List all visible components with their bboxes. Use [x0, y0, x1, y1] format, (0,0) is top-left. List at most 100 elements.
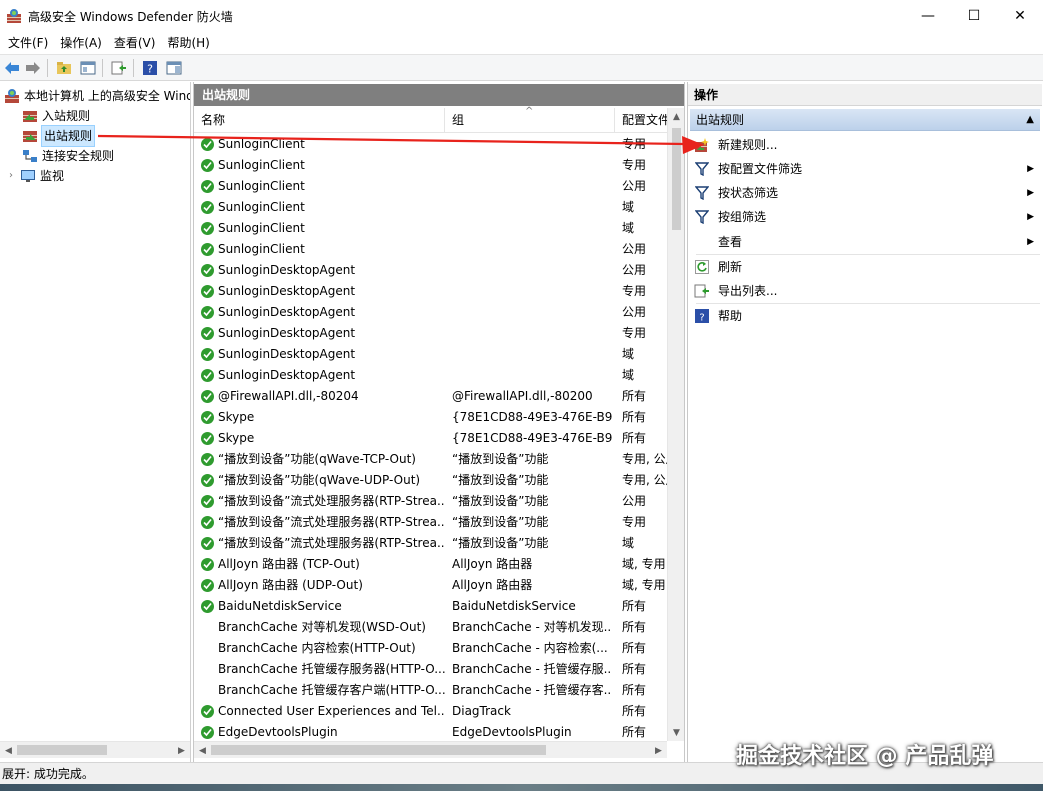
table-row[interactable]: Skype {78E1CD88-49E3-476E-B9... 所有 — [194, 407, 667, 428]
check-circle-icon — [201, 600, 214, 613]
table-row[interactable]: SunloginClient 专用 — [194, 134, 667, 155]
connection-security-icon — [23, 150, 37, 162]
tree-horizontal-scrollbar[interactable]: ◀ ▶ — [0, 741, 190, 758]
table-row[interactable]: BranchCache 内容检索(HTTP-Out) BranchCache - … — [194, 638, 667, 659]
actions-pane-title: 操作 — [688, 84, 1042, 106]
table-row[interactable]: SunloginDesktopAgent 域 — [194, 344, 667, 365]
check-circle-icon — [201, 495, 214, 508]
table-row[interactable]: SunloginDesktopAgent 专用 — [194, 281, 667, 302]
table-row[interactable]: SunloginClient 公用 — [194, 239, 667, 260]
action-view[interactable]: 查看 ▶ — [694, 231, 1038, 253]
watermark: 掘金技术社区 @ 产品乱弹 — [736, 744, 994, 769]
menu-view[interactable]: 查看(V) — [108, 32, 162, 54]
rules-vertical-scrollbar[interactable]: ▲ ▼ — [667, 108, 684, 741]
column-headers: 名称 组 ^ 配置文件 — [194, 106, 667, 133]
table-row[interactable]: Connected User Experiences and Tel... Dia… — [194, 701, 667, 722]
menu-help[interactable]: 帮助(H) — [161, 32, 215, 54]
table-row[interactable]: SunloginClient 专用 — [194, 155, 667, 176]
table-row[interactable]: SunloginDesktopAgent 公用 — [194, 260, 667, 281]
table-row[interactable]: EdgeDevtoolsPlugin EdgeDevtoolsPlugin 所有 — [194, 722, 667, 743]
tree-item-inbound-rules[interactable]: 入站规则 — [22, 106, 90, 126]
scroll-right-icon[interactable]: ▶ — [173, 742, 190, 759]
forward-button[interactable] — [24, 59, 42, 77]
action-filter-by-state[interactable]: 按状态筛选 ▶ — [694, 182, 1038, 204]
rule-name: Skype — [218, 410, 255, 424]
menu-file[interactable]: 文件(F) — [2, 32, 54, 54]
chevron-right-icon[interactable]: › — [6, 166, 16, 186]
table-row[interactable]: SunloginClient 域 — [194, 218, 667, 239]
show-hide-tree-button[interactable] — [79, 59, 97, 77]
scrollbar-thumb[interactable] — [672, 128, 681, 230]
rule-name: BaiduNetdiskService — [218, 599, 342, 613]
menu-action[interactable]: 操作(A) — [54, 32, 108, 54]
check-circle-icon — [201, 222, 214, 235]
export-list-button[interactable] — [110, 59, 128, 77]
scrollbar-thumb[interactable] — [211, 745, 546, 755]
tree-root[interactable]: 本地计算机 上的高级安全 Windows Defender 防火墙 — [4, 86, 190, 106]
action-new-rule[interactable]: 新建规则... — [694, 134, 1038, 156]
close-button[interactable]: ✕ — [997, 0, 1043, 32]
table-row[interactable]: SunloginClient 公用 — [194, 176, 667, 197]
scroll-up-icon[interactable]: ▲ — [668, 108, 684, 125]
action-label: 按组筛选 — [718, 210, 767, 224]
table-row[interactable]: SunloginDesktopAgent 公用 — [194, 302, 667, 323]
table-row[interactable]: SunloginClient 域 — [194, 197, 667, 218]
rule-profile-cell: 所有 — [622, 662, 647, 676]
rule-name-cell: Connected User Experiences and Tel... — [201, 701, 445, 722]
minimize-button[interactable]: — — [905, 0, 951, 32]
rule-profile-cell: 专用 — [622, 158, 647, 172]
rule-profile-cell: 专用 — [622, 137, 647, 151]
scroll-left-icon[interactable]: ◀ — [194, 742, 211, 759]
table-row[interactable]: SunloginDesktopAgent 专用 — [194, 323, 667, 344]
table-row[interactable]: “播放到设备”流式处理服务器(RTP-Strea... “播放到设备”功能 公用 — [194, 491, 667, 512]
table-row[interactable]: “播放到设备”流式处理服务器(RTP-Strea... “播放到设备”功能 专用 — [194, 512, 667, 533]
table-row[interactable]: BranchCache 托管缓存客户端(HTTP-O... BranchCache… — [194, 680, 667, 701]
action-label: 查看 — [718, 235, 743, 249]
rule-profile-cell: 所有 — [622, 704, 647, 718]
table-row[interactable]: BranchCache 对等机发现(WSD-Out) BranchCache - … — [194, 617, 667, 638]
rules-horizontal-scrollbar[interactable]: ◀ ▶ — [194, 741, 667, 758]
scroll-left-icon[interactable]: ◀ — [0, 742, 17, 759]
show-hide-action-pane-button[interactable] — [165, 59, 183, 77]
rule-name: BranchCache 对等机发现(WSD-Out) — [218, 620, 426, 634]
up-folder-button[interactable] — [55, 59, 73, 77]
rule-name-cell: SunloginClient — [201, 197, 445, 218]
rule-name-cell: Skype — [201, 407, 445, 428]
table-row[interactable]: SunloginDesktopAgent 域 — [194, 365, 667, 386]
toolbar-separator — [133, 59, 134, 77]
submenu-arrow-icon: ▶ — [1027, 188, 1034, 198]
scroll-right-icon[interactable]: ▶ — [650, 742, 667, 759]
table-row[interactable]: “播放到设备”功能(qWave-UDP-Out) “播放到设备”功能 专用, 公用 — [194, 470, 667, 491]
scrollbar-thumb[interactable] — [17, 745, 107, 755]
table-row[interactable]: BranchCache 托管缓存服务器(HTTP-O... BranchCache… — [194, 659, 667, 680]
tree-item-label: 入站规则 — [42, 109, 91, 123]
action-export-list[interactable]: 导出列表... — [694, 280, 1038, 302]
tree-item-outbound-rules[interactable]: 出站规则 — [22, 125, 96, 147]
back-button[interactable] — [3, 59, 21, 77]
tree-item-connection-security-rules[interactable]: 连接安全规则 — [22, 146, 114, 166]
actions-section-outbound-rules[interactable]: 出站规则 ▲ — [690, 109, 1040, 131]
rule-profile-cell: 公用 — [622, 179, 647, 193]
table-row[interactable]: @FirewallAPI.dll,-80204 @FirewallAPI.dll,… — [194, 386, 667, 407]
maximize-button[interactable]: ☐ — [951, 0, 997, 32]
scroll-down-icon[interactable]: ▼ — [668, 724, 684, 741]
table-row[interactable]: “播放到设备”流式处理服务器(RTP-Strea... “播放到设备”功能 域 — [194, 533, 667, 554]
action-filter-by-group[interactable]: 按组筛选 ▶ — [694, 206, 1038, 228]
firewall-app-icon — [7, 9, 21, 23]
column-header-profile[interactable]: 配置文件 — [615, 108, 667, 133]
action-help[interactable]: ? 帮助 — [694, 305, 1038, 327]
table-row[interactable]: AllJoyn 路由器 (UDP-Out) AllJoyn 路由器 域, 专用 — [194, 575, 667, 596]
help-button[interactable]: ? — [141, 59, 159, 77]
collapse-up-icon[interactable]: ▲ — [1026, 109, 1034, 131]
table-row[interactable]: Skype {78E1CD88-49E3-476E-B9... 所有 — [194, 428, 667, 449]
filter-icon — [694, 185, 710, 201]
table-row[interactable]: BaiduNetdiskService BaiduNetdiskService 所有 — [194, 596, 667, 617]
rule-profile-cell: 专用, 公用 — [622, 473, 667, 487]
action-filter-by-profile[interactable]: 按配置文件筛选 ▶ — [694, 158, 1038, 180]
tree-item-monitoring[interactable]: › 监视 — [6, 166, 64, 186]
table-row[interactable]: AllJoyn 路由器 (TCP-Out) AllJoyn 路由器 域, 专用 — [194, 554, 667, 575]
action-refresh[interactable]: 刷新 — [694, 256, 1038, 278]
column-header-name[interactable]: 名称 — [194, 108, 445, 133]
submenu-arrow-icon: ▶ — [1027, 237, 1034, 247]
table-row[interactable]: “播放到设备”功能(qWave-TCP-Out) “播放到设备”功能 专用, 公用 — [194, 449, 667, 470]
